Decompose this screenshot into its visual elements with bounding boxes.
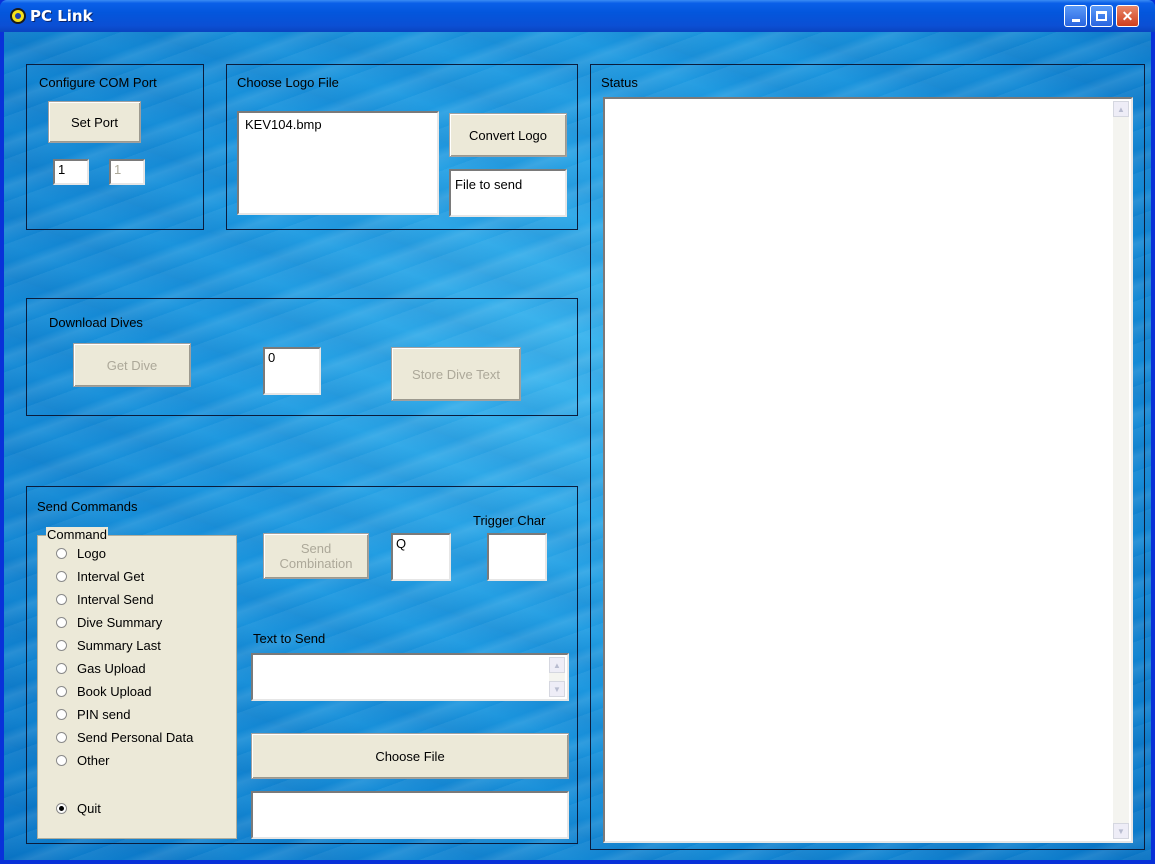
- command-option-label: Dive Summary: [77, 614, 163, 630]
- command-option-label: Other: [77, 752, 110, 768]
- command-option-dive-summary[interactable]: Dive Summary: [56, 612, 162, 632]
- radio-icon[interactable]: [56, 731, 67, 743]
- radio-icon[interactable]: [56, 593, 67, 605]
- command-option-label: Book Upload: [77, 683, 152, 699]
- command-option-gas-upload[interactable]: Gas Upload: [56, 658, 146, 678]
- command-option-pin-send[interactable]: PIN send: [56, 704, 130, 724]
- command-option-other[interactable]: Other: [56, 750, 110, 770]
- command-option-summary-last[interactable]: Summary Last: [56, 635, 161, 655]
- text-to-send-input[interactable]: ▲ ▼: [251, 653, 569, 701]
- radio-icon[interactable]: [56, 708, 67, 720]
- status-title: Status: [601, 75, 638, 90]
- radio-icon[interactable]: [56, 570, 67, 582]
- download-title: Download Dives: [49, 315, 143, 330]
- command-option-label: Gas Upload: [77, 660, 146, 676]
- com-port-title: Configure COM Port: [39, 75, 157, 90]
- status-text-area[interactable]: ▲ ▼: [603, 97, 1133, 843]
- dive-number-input[interactable]: 0: [263, 347, 321, 395]
- status-group: Status ▲ ▼: [590, 64, 1145, 850]
- maximize-button[interactable]: [1090, 5, 1113, 27]
- radio-checked-icon[interactable]: [56, 802, 67, 814]
- radio-icon[interactable]: [56, 639, 67, 651]
- command-radio-group: Command Logo Interval Get Interval Send …: [37, 527, 237, 839]
- command-legend: Command: [46, 527, 108, 542]
- logo-file-list[interactable]: KEV104.bmp: [237, 111, 439, 215]
- chosen-file-field[interactable]: [251, 791, 569, 839]
- minimize-button[interactable]: [1064, 5, 1087, 27]
- close-button[interactable]: ✕: [1116, 5, 1139, 27]
- scroll-up-icon[interactable]: ▲: [1113, 101, 1129, 117]
- status-scrollbar[interactable]: ▲ ▼: [1113, 101, 1129, 839]
- command-option-quit[interactable]: Quit: [56, 798, 101, 818]
- command-option-book-upload[interactable]: Book Upload: [56, 681, 151, 701]
- app-window: PC Link ✕ Configure COM Port Set Port 1 …: [0, 0, 1155, 864]
- client-area: Configure COM Port Set Port 1 1 Choose L…: [4, 32, 1151, 860]
- command-option-label: PIN send: [77, 706, 131, 722]
- maximize-icon: [1096, 11, 1107, 21]
- trigger-char-label: Trigger Char: [473, 513, 546, 528]
- trigger-char-input[interactable]: [487, 533, 547, 581]
- radio-icon[interactable]: [56, 616, 67, 628]
- send-combination-label-line2: Combination: [279, 556, 353, 571]
- app-icon: [10, 8, 26, 24]
- command-option-interval-send[interactable]: Interval Send: [56, 589, 154, 609]
- text-to-send-scrollbar[interactable]: ▲ ▼: [549, 657, 565, 697]
- store-dive-text-button[interactable]: Store Dive Text: [391, 347, 521, 401]
- command-option-send-personal-data[interactable]: Send Personal Data: [56, 727, 193, 747]
- title-bar[interactable]: PC Link ✕: [0, 0, 1155, 32]
- combination-input[interactable]: Q: [391, 533, 451, 581]
- logo-title: Choose Logo File: [237, 75, 339, 90]
- send-commands-title: Send Commands: [37, 499, 138, 514]
- download-group: Download Dives Get Dive 0 Store Dive Tex…: [26, 298, 578, 416]
- convert-logo-button[interactable]: Convert Logo: [449, 113, 567, 157]
- radio-icon[interactable]: [56, 754, 67, 766]
- scroll-down-icon[interactable]: ▼: [1113, 823, 1129, 839]
- get-dive-button[interactable]: Get Dive: [73, 343, 191, 387]
- command-option-label: Interval Send: [77, 591, 154, 607]
- close-icon: ✕: [1121, 7, 1134, 24]
- send-combination-label-line1: Send: [300, 541, 332, 556]
- file-to-send-field[interactable]: File to send: [449, 169, 567, 217]
- com-port-group: Configure COM Port Set Port 1 1: [26, 64, 204, 230]
- logo-group: Choose Logo File KEV104.bmp Convert Logo…: [226, 64, 578, 230]
- port-input-secondary: 1: [109, 159, 145, 185]
- command-option-label: Quit: [77, 800, 101, 816]
- radio-icon[interactable]: [56, 685, 67, 697]
- port-input[interactable]: 1: [53, 159, 89, 185]
- command-option-label: Summary Last: [77, 637, 161, 653]
- scroll-up-icon[interactable]: ▲: [549, 657, 565, 673]
- radio-icon[interactable]: [56, 547, 67, 559]
- logo-file-item[interactable]: KEV104.bmp: [245, 117, 431, 132]
- command-option-interval-get[interactable]: Interval Get: [56, 566, 144, 586]
- text-to-send-label: Text to Send: [253, 631, 326, 646]
- send-combination-button[interactable]: Send Combination: [263, 533, 369, 579]
- command-option-label: Send Personal Data: [77, 729, 194, 745]
- radio-icon[interactable]: [56, 662, 67, 674]
- minimize-icon: [1071, 18, 1080, 22]
- send-commands-group: Send Commands Command Logo Interval Get …: [26, 486, 578, 844]
- choose-file-button[interactable]: Choose File: [251, 733, 569, 779]
- scroll-down-icon[interactable]: ▼: [549, 681, 565, 697]
- command-option-label: Logo: [77, 545, 106, 561]
- command-option-logo[interactable]: Logo: [56, 543, 106, 563]
- set-port-button[interactable]: Set Port: [48, 101, 141, 143]
- window-title: PC Link: [30, 7, 93, 25]
- command-option-label: Interval Get: [77, 568, 145, 584]
